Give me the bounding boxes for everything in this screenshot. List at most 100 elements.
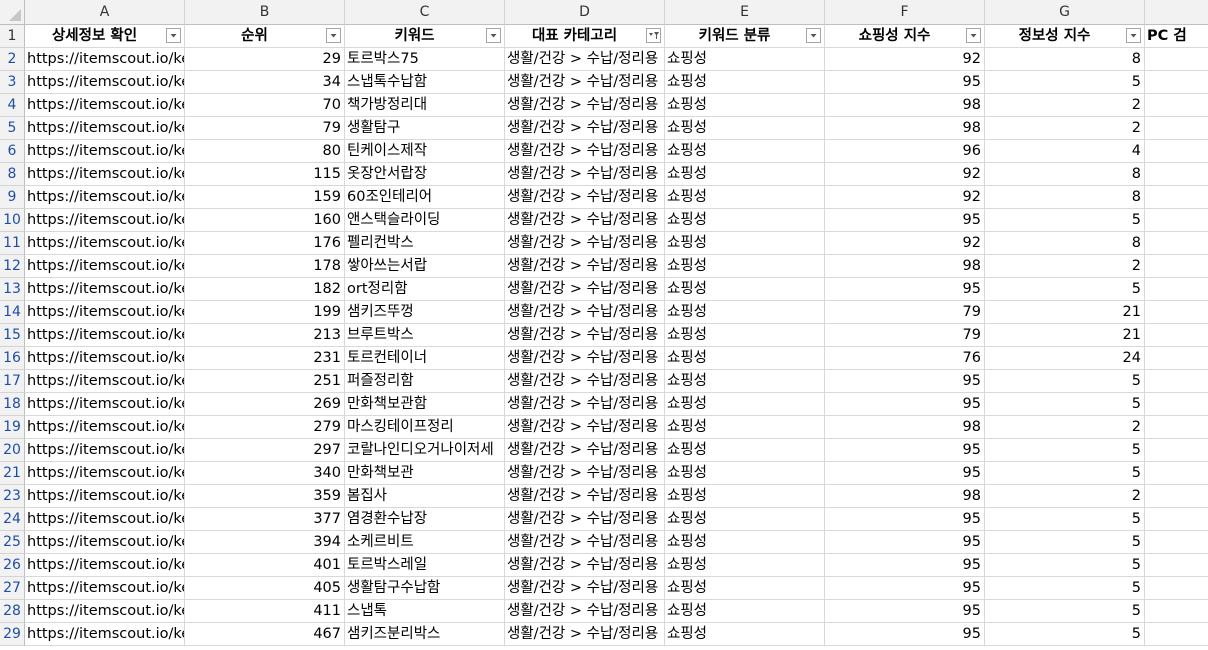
keyword-type-cell[interactable]: 쇼핑성 [665,439,825,462]
rank-cell[interactable]: 401 [185,554,345,577]
category-cell[interactable]: 생활/건강 > 수납/정리용 [505,232,665,255]
shopping-index-cell[interactable]: 95 [825,393,985,416]
header-cell[interactable]: 쇼핑성 지수 [825,25,985,48]
category-cell[interactable]: 생활/건강 > 수납/정리용 [505,531,665,554]
row-number[interactable]: 20 [0,439,25,462]
shopping-index-cell[interactable]: 95 [825,370,985,393]
keyword-type-cell[interactable]: 쇼핑성 [665,370,825,393]
shopping-index-cell[interactable]: 95 [825,600,985,623]
info-index-cell[interactable]: 5 [985,508,1145,531]
shopping-index-cell[interactable]: 98 [825,485,985,508]
shopping-index-cell[interactable]: 92 [825,232,985,255]
empty-cell[interactable] [1145,531,1208,554]
empty-cell[interactable] [1145,163,1208,186]
category-cell[interactable]: 생활/건강 > 수납/정리용 [505,439,665,462]
keyword-cell[interactable]: 소케르비트 [345,531,505,554]
keyword-cell[interactable]: 생활탐구 [345,117,505,140]
row-number[interactable]: 3 [0,71,25,94]
keyword-type-cell[interactable]: 쇼핑성 [665,416,825,439]
row-number[interactable]: 23 [0,485,25,508]
info-index-cell[interactable]: 5 [985,278,1145,301]
category-cell[interactable]: 생활/건강 > 수납/정리용 [505,278,665,301]
keyword-cell[interactable]: 만화책보관함 [345,393,505,416]
category-cell[interactable]: 생활/건강 > 수납/정리용 [505,140,665,163]
keyword-type-cell[interactable]: 쇼핑성 [665,393,825,416]
url-cell[interactable]: https://itemscout.io/key [25,163,185,186]
empty-cell[interactable] [1145,462,1208,485]
empty-cell[interactable] [1145,347,1208,370]
shopping-index-cell[interactable]: 95 [825,209,985,232]
header-cell[interactable]: 대표 카테고리 [505,25,665,48]
column-header-c[interactable]: C [345,0,505,25]
empty-cell[interactable] [1145,416,1208,439]
row-number[interactable]: 2 [0,48,25,71]
keyword-cell[interactable]: 브루트박스 [345,324,505,347]
rank-cell[interactable]: 199 [185,301,345,324]
keyword-type-cell[interactable]: 쇼핑성 [665,94,825,117]
shopping-index-cell[interactable]: 95 [825,508,985,531]
empty-cell[interactable] [1145,209,1208,232]
url-cell[interactable]: https://itemscout.io/key [25,531,185,554]
info-index-cell[interactable]: 24 [985,347,1145,370]
category-cell[interactable]: 생활/건강 > 수납/정리용 [505,94,665,117]
info-index-cell[interactable]: 2 [985,94,1145,117]
empty-cell[interactable] [1145,623,1208,646]
header-cell[interactable]: 상세정보 확인 [25,25,185,48]
url-cell[interactable]: https://itemscout.io/key [25,301,185,324]
empty-cell[interactable] [1145,577,1208,600]
chevron-down-icon[interactable] [326,28,341,43]
keyword-type-cell[interactable]: 쇼핑성 [665,531,825,554]
keyword-type-cell[interactable]: 쇼핑성 [665,508,825,531]
url-cell[interactable]: https://itemscout.io/key [25,186,185,209]
rank-cell[interactable]: 176 [185,232,345,255]
keyword-type-cell[interactable]: 쇼핑성 [665,186,825,209]
shopping-index-cell[interactable]: 96 [825,140,985,163]
rank-cell[interactable]: 269 [185,393,345,416]
shopping-index-cell[interactable]: 95 [825,531,985,554]
empty-cell[interactable] [1145,508,1208,531]
empty-cell[interactable] [1145,600,1208,623]
shopping-index-cell[interactable]: 92 [825,186,985,209]
keyword-cell[interactable]: 샘키즈분리박스 [345,623,505,646]
empty-cell[interactable] [1145,301,1208,324]
category-cell[interactable]: 생활/건강 > 수납/정리용 [505,324,665,347]
keyword-cell[interactable]: 샘키즈뚜껑 [345,301,505,324]
chevron-down-icon[interactable] [1126,28,1141,43]
rank-cell[interactable]: 160 [185,209,345,232]
rank-cell[interactable]: 159 [185,186,345,209]
row-number[interactable]: 28 [0,600,25,623]
rank-cell[interactable]: 377 [185,508,345,531]
funnel-icon[interactable] [646,28,661,43]
shopping-index-cell[interactable]: 95 [825,577,985,600]
keyword-type-cell[interactable]: 쇼핑성 [665,324,825,347]
rank-cell[interactable]: 297 [185,439,345,462]
shopping-index-cell[interactable]: 95 [825,623,985,646]
keyword-cell[interactable]: 코랄나인디오거나이저세 [345,439,505,462]
keyword-cell[interactable]: 마스킹테이프정리 [345,416,505,439]
keyword-type-cell[interactable]: 쇼핑성 [665,623,825,646]
category-cell[interactable]: 생활/건강 > 수납/정리용 [505,508,665,531]
category-cell[interactable]: 생활/건강 > 수납/정리용 [505,209,665,232]
category-cell[interactable]: 생활/건강 > 수납/정리용 [505,416,665,439]
chevron-down-icon[interactable] [806,28,821,43]
category-cell[interactable]: 생활/건강 > 수납/정리용 [505,347,665,370]
empty-cell[interactable] [1145,278,1208,301]
keyword-cell[interactable]: 토르컨테이너 [345,347,505,370]
keyword-type-cell[interactable]: 쇼핑성 [665,577,825,600]
keyword-cell[interactable]: 스냅톡 [345,600,505,623]
rank-cell[interactable]: 80 [185,140,345,163]
shopping-index-cell[interactable]: 95 [825,462,985,485]
keyword-cell[interactable]: 옷장안서랍장 [345,163,505,186]
category-cell[interactable]: 생활/건강 > 수납/정리용 [505,71,665,94]
header-cell[interactable]: 키워드 분류 [665,25,825,48]
shopping-index-cell[interactable]: 95 [825,554,985,577]
shopping-index-cell[interactable]: 98 [825,94,985,117]
shopping-index-cell[interactable]: 92 [825,163,985,186]
header-cell[interactable]: 정보성 지수 [985,25,1145,48]
keyword-type-cell[interactable]: 쇼핑성 [665,347,825,370]
keyword-cell[interactable]: 쌓아쓰는서랍 [345,255,505,278]
rank-cell[interactable]: 467 [185,623,345,646]
category-cell[interactable]: 생활/건강 > 수납/정리용 [505,623,665,646]
category-cell[interactable]: 생활/건강 > 수납/정리용 [505,186,665,209]
url-cell[interactable]: https://itemscout.io/key [25,439,185,462]
